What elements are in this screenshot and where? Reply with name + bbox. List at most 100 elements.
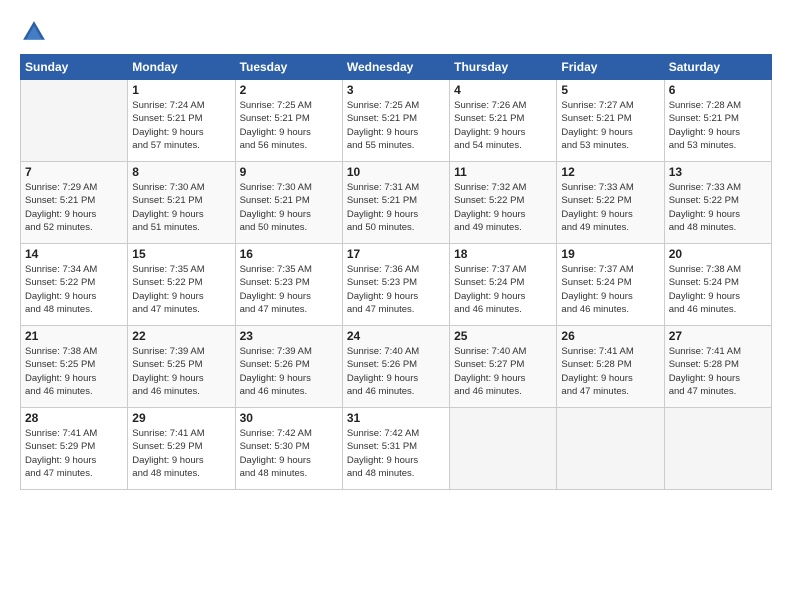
calendar-cell: 9Sunrise: 7:30 AMSunset: 5:21 PMDaylight… xyxy=(235,162,342,244)
calendar-cell: 29 Sunrise: 7:41 AMSunset: 5:29 PMDayligh… xyxy=(128,408,235,490)
day-header-monday: Monday xyxy=(128,55,235,80)
day-number: 18 xyxy=(454,247,552,261)
calendar-cell: 17 Sunrise: 7:36 AMSunset: 5:23 PMDayligh… xyxy=(342,244,449,326)
day-header-friday: Friday xyxy=(557,55,664,80)
day-info: Sunrise: 7:24 AMSunset: 5:21 PMDaylight:… xyxy=(132,99,230,152)
day-info: Sunrise: 7:40 AMSunset: 5:27 PMDaylight:… xyxy=(454,345,552,398)
day-number: 4 xyxy=(454,83,552,97)
calendar-cell xyxy=(664,408,771,490)
day-info: Sunrise: 7:41 AMSunset: 5:28 PMDaylight:… xyxy=(669,345,767,398)
week-row-2: 7 Sunrise: 7:29 AMSunset: 5:21 PMDaylight… xyxy=(21,162,772,244)
day-number: 8 xyxy=(132,165,230,179)
day-info: Sunrise: 7:35 AMSunset: 5:23 PMDaylight:… xyxy=(240,263,338,316)
day-info: Sunrise: 7:41 AMSunset: 5:29 PMDaylight:… xyxy=(132,427,230,480)
day-number: 10 xyxy=(347,165,445,179)
calendar-cell: 2 Sunrise: 7:25 AMSunset: 5:21 PMDaylight… xyxy=(235,80,342,162)
calendar-cell: 10 Sunrise: 7:31 AMSunset: 5:21 PMDayligh… xyxy=(342,162,449,244)
day-info: Sunrise: 7:35 AMSunset: 5:22 PMDaylight:… xyxy=(132,263,230,316)
calendar-cell: 11 Sunrise: 7:32 AMSunset: 5:22 PMDayligh… xyxy=(450,162,557,244)
day-number: 29 xyxy=(132,411,230,425)
day-header-saturday: Saturday xyxy=(664,55,771,80)
day-header-tuesday: Tuesday xyxy=(235,55,342,80)
day-number: 31 xyxy=(347,411,445,425)
week-row-4: 21 Sunrise: 7:38 AMSunset: 5:25 PMDayligh… xyxy=(21,326,772,408)
day-number: 15 xyxy=(132,247,230,261)
calendar-cell: 16 Sunrise: 7:35 AMSunset: 5:23 PMDayligh… xyxy=(235,244,342,326)
day-number: 6 xyxy=(669,83,767,97)
day-number: 21 xyxy=(25,329,123,343)
day-number: 23 xyxy=(240,329,338,343)
day-info: Sunrise: 7:27 AMSunset: 5:21 PMDaylight:… xyxy=(561,99,659,152)
calendar-cell: 18 Sunrise: 7:37 AMSunset: 5:24 PMDayligh… xyxy=(450,244,557,326)
day-info: Sunrise: 7:33 AMSunset: 5:22 PMDaylight:… xyxy=(561,181,659,234)
calendar-table: SundayMondayTuesdayWednesdayThursdayFrid… xyxy=(20,54,772,490)
day-header-wednesday: Wednesday xyxy=(342,55,449,80)
day-number: 13 xyxy=(669,165,767,179)
day-info: Sunrise: 7:25 AMSunset: 5:21 PMDaylight:… xyxy=(347,99,445,152)
day-info: Sunrise: 7:42 AMSunset: 5:31 PMDaylight:… xyxy=(347,427,445,480)
day-info: Sunrise: 7:36 AMSunset: 5:23 PMDaylight:… xyxy=(347,263,445,316)
calendar-cell: 26 Sunrise: 7:41 AMSunset: 5:28 PMDayligh… xyxy=(557,326,664,408)
day-info: Sunrise: 7:38 AMSunset: 5:24 PMDaylight:… xyxy=(669,263,767,316)
logo-icon xyxy=(20,18,48,46)
day-info: Sunrise: 7:41 AMSunset: 5:29 PMDaylight:… xyxy=(25,427,123,480)
day-number: 22 xyxy=(132,329,230,343)
calendar-cell: 3Sunrise: 7:25 AMSunset: 5:21 PMDaylight… xyxy=(342,80,449,162)
page: SundayMondayTuesdayWednesdayThursdayFrid… xyxy=(0,0,792,612)
calendar-cell: 5Sunrise: 7:27 AMSunset: 5:21 PMDaylight… xyxy=(557,80,664,162)
day-number: 2 xyxy=(240,83,338,97)
day-number: 25 xyxy=(454,329,552,343)
day-info: Sunrise: 7:38 AMSunset: 5:25 PMDaylight:… xyxy=(25,345,123,398)
calendar-cell: 24 Sunrise: 7:40 AMSunset: 5:26 PMDayligh… xyxy=(342,326,449,408)
day-number: 16 xyxy=(240,247,338,261)
calendar-cell xyxy=(450,408,557,490)
day-info: Sunrise: 7:39 AMSunset: 5:26 PMDaylight:… xyxy=(240,345,338,398)
calendar-header-row: SundayMondayTuesdayWednesdayThursdayFrid… xyxy=(21,55,772,80)
day-info: Sunrise: 7:31 AMSunset: 5:21 PMDaylight:… xyxy=(347,181,445,234)
day-info: Sunrise: 7:41 AMSunset: 5:28 PMDaylight:… xyxy=(561,345,659,398)
day-number: 9 xyxy=(240,165,338,179)
day-info: Sunrise: 7:40 AMSunset: 5:26 PMDaylight:… xyxy=(347,345,445,398)
calendar-cell: 4Sunrise: 7:26 AMSunset: 5:21 PMDaylight… xyxy=(450,80,557,162)
day-header-sunday: Sunday xyxy=(21,55,128,80)
header xyxy=(20,18,772,46)
day-info: Sunrise: 7:33 AMSunset: 5:22 PMDaylight:… xyxy=(669,181,767,234)
day-info: Sunrise: 7:34 AMSunset: 5:22 PMDaylight:… xyxy=(25,263,123,316)
day-info: Sunrise: 7:37 AMSunset: 5:24 PMDaylight:… xyxy=(454,263,552,316)
day-number: 30 xyxy=(240,411,338,425)
calendar-cell: 8Sunrise: 7:30 AMSunset: 5:21 PMDaylight… xyxy=(128,162,235,244)
calendar-cell: 7 Sunrise: 7:29 AMSunset: 5:21 PMDaylight… xyxy=(21,162,128,244)
calendar-cell: 22 Sunrise: 7:39 AMSunset: 5:25 PMDayligh… xyxy=(128,326,235,408)
calendar-cell: 20Sunrise: 7:38 AMSunset: 5:24 PMDayligh… xyxy=(664,244,771,326)
week-row-3: 14Sunrise: 7:34 AMSunset: 5:22 PMDayligh… xyxy=(21,244,772,326)
day-number: 24 xyxy=(347,329,445,343)
day-number: 28 xyxy=(25,411,123,425)
day-number: 26 xyxy=(561,329,659,343)
day-number: 7 xyxy=(25,165,123,179)
calendar-cell: 15 Sunrise: 7:35 AMSunset: 5:22 PMDayligh… xyxy=(128,244,235,326)
calendar-cell xyxy=(557,408,664,490)
calendar-cell: 14Sunrise: 7:34 AMSunset: 5:22 PMDayligh… xyxy=(21,244,128,326)
calendar-cell: 30 Sunrise: 7:42 AMSunset: 5:30 PMDayligh… xyxy=(235,408,342,490)
calendar-cell: 23 Sunrise: 7:39 AMSunset: 5:26 PMDayligh… xyxy=(235,326,342,408)
day-number: 11 xyxy=(454,165,552,179)
week-row-5: 28 Sunrise: 7:41 AMSunset: 5:29 PMDayligh… xyxy=(21,408,772,490)
calendar-cell: 12Sunrise: 7:33 AMSunset: 5:22 PMDayligh… xyxy=(557,162,664,244)
day-number: 17 xyxy=(347,247,445,261)
week-row-1: 1Sunrise: 7:24 AMSunset: 5:21 PMDaylight… xyxy=(21,80,772,162)
day-info: Sunrise: 7:29 AMSunset: 5:21 PMDaylight:… xyxy=(25,181,123,234)
calendar-cell: 21 Sunrise: 7:38 AMSunset: 5:25 PMDayligh… xyxy=(21,326,128,408)
day-info: Sunrise: 7:28 AMSunset: 5:21 PMDaylight:… xyxy=(669,99,767,152)
day-info: Sunrise: 7:32 AMSunset: 5:22 PMDaylight:… xyxy=(454,181,552,234)
calendar-cell: 28 Sunrise: 7:41 AMSunset: 5:29 PMDayligh… xyxy=(21,408,128,490)
calendar-cell: 13 Sunrise: 7:33 AMSunset: 5:22 PMDayligh… xyxy=(664,162,771,244)
day-info: Sunrise: 7:37 AMSunset: 5:24 PMDaylight:… xyxy=(561,263,659,316)
calendar-cell: 6 Sunrise: 7:28 AMSunset: 5:21 PMDaylight… xyxy=(664,80,771,162)
calendar-cell: 25 Sunrise: 7:40 AMSunset: 5:27 PMDayligh… xyxy=(450,326,557,408)
day-info: Sunrise: 7:39 AMSunset: 5:25 PMDaylight:… xyxy=(132,345,230,398)
day-info: Sunrise: 7:25 AMSunset: 5:21 PMDaylight:… xyxy=(240,99,338,152)
day-info: Sunrise: 7:42 AMSunset: 5:30 PMDaylight:… xyxy=(240,427,338,480)
calendar-cell: 19Sunrise: 7:37 AMSunset: 5:24 PMDayligh… xyxy=(557,244,664,326)
calendar-cell: 1Sunrise: 7:24 AMSunset: 5:21 PMDaylight… xyxy=(128,80,235,162)
calendar-cell: 31 Sunrise: 7:42 AMSunset: 5:31 PMDayligh… xyxy=(342,408,449,490)
